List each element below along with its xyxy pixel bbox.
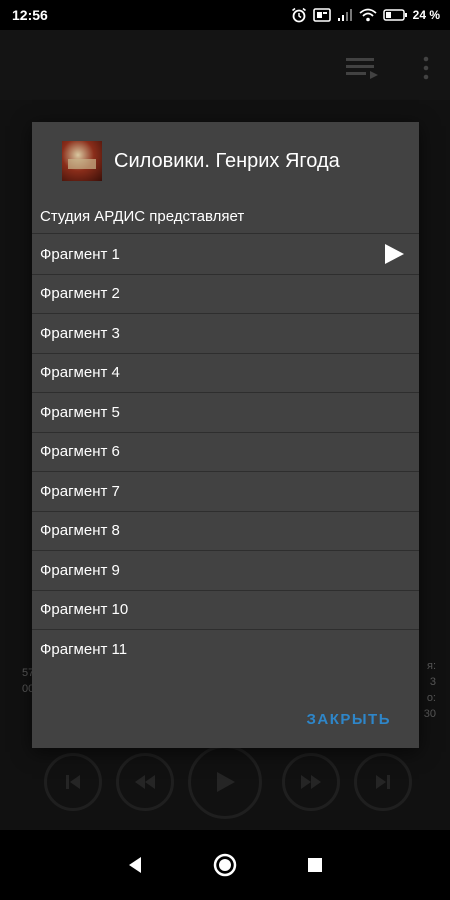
list-item-label: Фрагмент 2: [40, 285, 120, 303]
list-item-label: Фрагмент 3: [40, 324, 120, 342]
list-item[interactable]: Фрагмент 4: [32, 354, 419, 393]
close-button[interactable]: ЗАКРЫТЬ: [306, 711, 391, 728]
play-indicator-icon: [385, 244, 404, 265]
fragment-list: Фрагмент 1 Фрагмент 2 Фрагмент 3 Фрагмен…: [32, 235, 419, 670]
alarm-icon: [291, 7, 306, 23]
dialog-header: Силовики. Генрих Ягода: [32, 122, 419, 200]
battery-percent: 24 %: [412, 8, 440, 22]
list-item[interactable]: Фрагмент 2: [32, 275, 419, 314]
list-item[interactable]: Фрагмент 8: [32, 512, 419, 551]
recents-icon[interactable]: [307, 857, 323, 873]
chapters-dialog: Силовики. Генрих Ягода Студия АРДИС пред…: [32, 122, 419, 748]
list-item-label: Фрагмент 5: [40, 403, 120, 421]
list-item[interactable]: Фрагмент 7: [32, 472, 419, 512]
album-cover-image: [62, 141, 102, 181]
sim-icon: [312, 8, 331, 22]
battery-icon: [382, 9, 407, 21]
list-item[interactable]: Фрагмент 11: [32, 630, 419, 670]
back-icon[interactable]: [127, 856, 143, 874]
list-item-label: Фрагмент 11: [40, 641, 128, 659]
list-item[interactable]: Фрагмент 10: [32, 591, 419, 630]
dialog-title: Силовики. Генрих Ягода: [114, 149, 340, 172]
wifi-icon: [359, 8, 377, 22]
list-item-label: Фрагмент 7: [40, 482, 120, 500]
list-item[interactable]: Фрагмент 9: [32, 551, 419, 591]
status-icons: 24 %: [291, 7, 440, 23]
list-item-label: Фрагмент 8: [40, 522, 120, 540]
status-bar: 12:56 24 %: [0, 0, 450, 30]
signal-icon: [337, 9, 352, 21]
list-item-label: Фрагмент 1: [40, 245, 120, 263]
home-icon[interactable]: [213, 853, 237, 877]
list-item[interactable]: Фрагмент 6: [32, 433, 419, 472]
list-item[interactable]: Фрагмент 5: [32, 393, 419, 433]
list-item-label: Фрагмент 6: [40, 443, 120, 461]
list-item[interactable]: Фрагмент 3: [32, 314, 419, 354]
list-item-label: Фрагмент 4: [40, 364, 120, 382]
list-item-label: Фрагмент 9: [40, 561, 120, 579]
status-time: 12:56: [12, 7, 48, 23]
list-item[interactable]: Фрагмент 1: [32, 235, 419, 275]
navigation-bar: [0, 830, 450, 900]
list-item-label: Фрагмент 10: [40, 601, 129, 619]
dialog-subtitle: Студия АРДИС представляет: [32, 200, 419, 234]
